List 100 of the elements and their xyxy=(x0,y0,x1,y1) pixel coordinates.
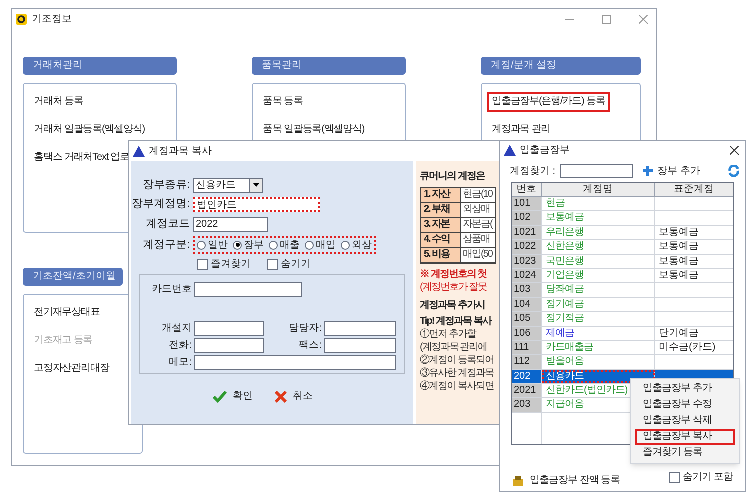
app-logo-icon xyxy=(16,14,27,24)
menu-link[interactable]: 거래처 일괄등록(엑셀양식) xyxy=(29,120,150,140)
table-cell: 우리은행 xyxy=(542,226,655,240)
input-field[interactable] xyxy=(194,321,264,336)
field-label: 장부종류: xyxy=(142,178,191,193)
field-label: 담당자: xyxy=(288,322,323,336)
dropdown[interactable]: 신용카드 xyxy=(193,178,263,192)
table-cell: 당좌예금 xyxy=(542,283,655,297)
window-title: 입출금장부 xyxy=(520,144,570,158)
table-cell: 1024 xyxy=(512,268,542,282)
maximize-icon[interactable] xyxy=(602,14,611,24)
table-cell: 101 xyxy=(512,197,542,210)
table-row[interactable]: 111 카드매출금 미수금(카드) xyxy=(512,340,733,356)
checkbox[interactable] xyxy=(267,258,278,270)
table-cell: 1021 xyxy=(512,226,542,240)
input-field[interactable]: 법인카드 xyxy=(193,196,320,212)
field-label: 카드번호 xyxy=(151,282,193,296)
input-field[interactable] xyxy=(194,338,264,353)
table-row[interactable]: 106 제예금 단기예금 xyxy=(512,326,733,341)
tip-text: ②계정이 등록되어 xyxy=(420,354,495,367)
radio-option[interactable]: 장부 xyxy=(233,238,264,252)
table-row[interactable]: 104 정기예금 xyxy=(512,298,733,312)
table-cell: 정기예금 xyxy=(542,298,655,312)
table-cell: 1023 xyxy=(512,254,542,268)
dialog-button[interactable]: 확인 xyxy=(213,389,253,404)
input-field[interactable] xyxy=(194,282,302,296)
table-cell: 카드매출금 xyxy=(542,340,655,354)
checkbox-label: 숨기기 xyxy=(281,258,311,272)
radio-option[interactable]: 일반 xyxy=(197,238,228,252)
add-ledger-button[interactable]: 장부 추가 xyxy=(642,164,700,178)
table-cell: 106 xyxy=(512,326,542,340)
search-field[interactable] xyxy=(560,164,633,178)
table-cell: 정기적금 xyxy=(542,312,655,326)
table-cell: 현금 xyxy=(542,197,655,210)
radio-option[interactable]: 매입 xyxy=(305,238,336,252)
dialog-button[interactable]: 취소 xyxy=(275,389,313,404)
menu-link[interactable]: 품목 일괄등록(엑셀양식) xyxy=(258,120,370,140)
table-row[interactable]: 102 보통예금 xyxy=(512,211,733,226)
menu-link[interactable]: 입출금장부(은행/카드) 등록 xyxy=(487,92,610,112)
table-row[interactable]: 1021 우리은행 보통예금 xyxy=(512,226,733,240)
table-cell: 102 xyxy=(512,211,542,225)
menu-link[interactable]: 고정자산관리대장 xyxy=(29,359,114,379)
checkbox[interactable] xyxy=(669,472,680,483)
table-cell: 받을어음 xyxy=(542,355,655,369)
input-field[interactable] xyxy=(194,355,396,370)
window-title: 기조정보 xyxy=(32,12,72,26)
radio-option[interactable]: 외상 xyxy=(341,238,372,252)
menu-link[interactable]: 전기재무상태표 xyxy=(29,303,105,323)
section-header: 기초잔액/초기이월 xyxy=(23,268,123,286)
section-header: 거래처관리 xyxy=(23,57,177,75)
table-cell-text: 보통예금 xyxy=(658,226,700,240)
table-cell: 112 xyxy=(512,355,542,369)
field-label: 개설지 xyxy=(161,322,193,336)
field-label: 팩스: xyxy=(298,339,323,353)
table-cell: 외상매 xyxy=(461,203,495,217)
balance-register-button[interactable]: 입출금장부 잔액 등록 xyxy=(512,473,620,488)
checkbox[interactable] xyxy=(197,258,208,270)
tip-text: ①먼저 추가할 xyxy=(420,328,478,341)
table-row[interactable]: 1024 기업은행 보통예금 xyxy=(512,268,733,284)
input-field[interactable]: 2022 xyxy=(193,216,268,232)
column-header: 계정명 xyxy=(542,183,655,196)
input-field[interactable] xyxy=(324,321,396,336)
table-cell-text: 보통예금 xyxy=(658,254,700,268)
machine-icon xyxy=(512,476,524,486)
search-label: 계정찾기 : xyxy=(510,164,556,178)
close-icon[interactable] xyxy=(730,146,739,155)
checkbox-label: 숨기기 포함 xyxy=(683,471,733,485)
table-cell: 5. 비용 xyxy=(421,248,461,262)
checkbox-label: 즐겨찾기 xyxy=(211,258,251,272)
menu-link[interactable]: 계정과목 관리 xyxy=(487,120,556,140)
refresh-icon[interactable] xyxy=(728,165,740,177)
table-cell: 매입(50 xyxy=(461,248,495,262)
input-field[interactable] xyxy=(324,338,396,353)
tip-text: ③유사한 계정과목 xyxy=(420,367,496,380)
table-cell: 보통예금 xyxy=(542,211,655,225)
warning-text: ※ 계정번호의 첫 xyxy=(420,268,488,281)
table-row[interactable]: 1023 국민은행 보통예금 xyxy=(512,254,733,269)
table-row[interactable]: 101 현금 xyxy=(512,197,733,212)
menu-item[interactable]: 즐겨찾기 등록 xyxy=(635,445,735,461)
section-header: 계정/분개 설정 xyxy=(481,57,641,75)
table-row[interactable]: 105 정기적금 xyxy=(512,312,733,327)
menu-item[interactable]: 입출금장부 복사 xyxy=(635,429,735,445)
triangle-icon xyxy=(504,145,516,156)
field-label: 계정코드 xyxy=(145,216,191,232)
menu-item[interactable]: 입출금장부 삭제 xyxy=(635,413,735,429)
field-label: 계정구분: xyxy=(142,238,191,253)
section-header: 품목관리 xyxy=(252,57,406,75)
table-cell: 203 xyxy=(512,398,542,412)
radio-option[interactable]: 매출 xyxy=(269,238,300,252)
table-cell: 111 xyxy=(512,340,542,354)
table-cell: 상품매 xyxy=(461,233,495,247)
table-cell: 제예금 xyxy=(542,326,655,340)
menu-link[interactable]: 품목 등록 xyxy=(258,92,308,112)
guide-heading: 계정과목 추가시 xyxy=(420,299,486,312)
column-header: 번호 xyxy=(512,183,542,196)
minimize-icon[interactable] xyxy=(565,18,574,20)
table-cell: 자본금( xyxy=(461,218,495,232)
table-row[interactable]: 103 당좌예금 xyxy=(512,283,733,298)
menu-link[interactable]: 거래처 등록 xyxy=(29,92,88,112)
table-row[interactable]: 1022 신한은행 보통예금 xyxy=(512,240,733,255)
